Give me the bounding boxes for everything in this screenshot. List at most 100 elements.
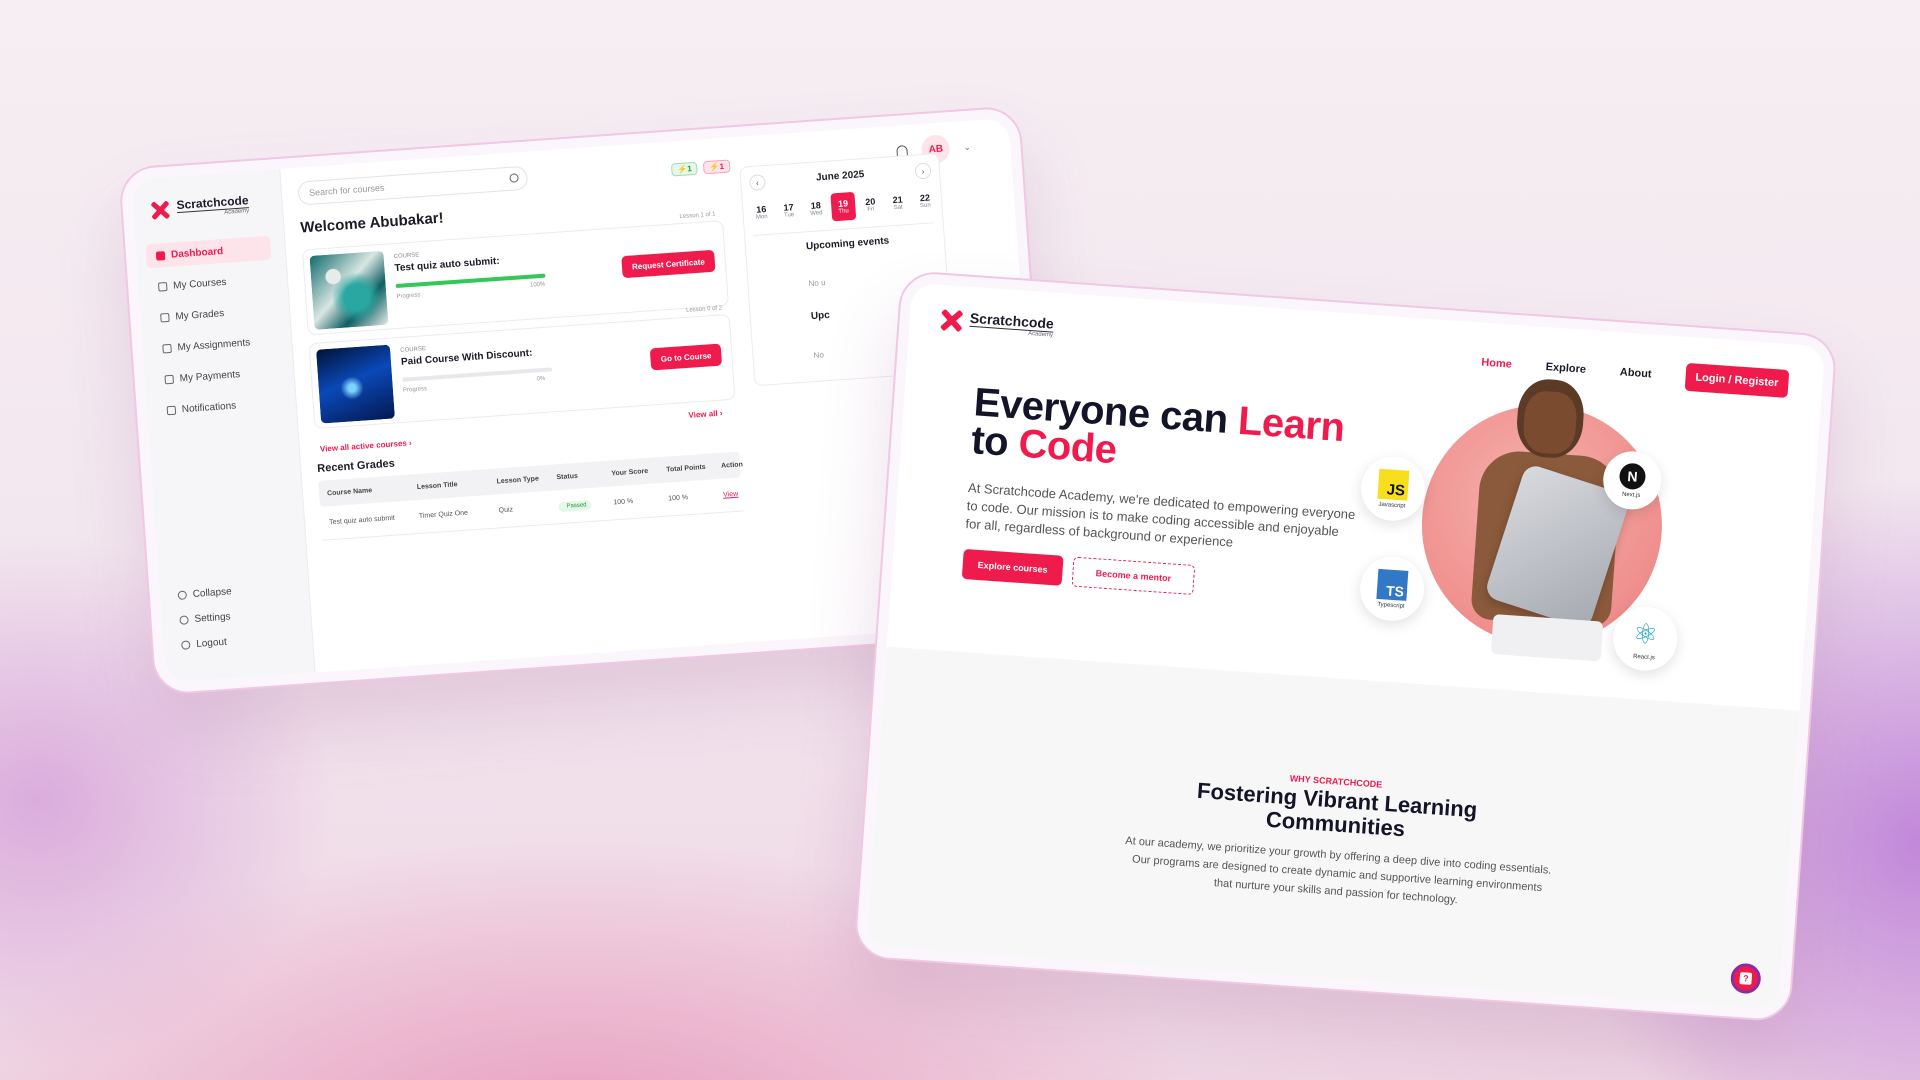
view-all-link[interactable]: View all › <box>688 409 723 420</box>
request-certificate-button[interactable]: Request Certificate <box>621 249 716 279</box>
javascript-icon: JS <box>1377 468 1410 501</box>
react-icon: ⚛ <box>1631 617 1660 651</box>
sidebar-bottom: Collapse Settings Logout <box>177 579 236 658</box>
progress-label: Progress <box>396 292 421 301</box>
view-all-active-courses-link[interactable]: View all active courses › <box>320 438 412 453</box>
tech-label: React.js <box>1632 653 1655 661</box>
cell-course-name: Test quiz auto submit <box>328 514 395 527</box>
search-placeholder: Search for courses <box>308 182 385 198</box>
lesson-count: Lesson 0 of 2 <box>685 305 723 314</box>
wallet-icon <box>164 374 175 384</box>
sidebar-item-label: Dashboard <box>170 245 224 261</box>
help-icon: ? <box>1739 972 1753 985</box>
logo[interactable]: Scratchcode Academy <box>148 193 250 222</box>
upcoming-events-title: Upcoming events <box>805 235 890 253</box>
sidebar-item-my-grades[interactable]: My Grades <box>150 298 276 331</box>
hero-subtitle: At Scratchcode Academy, we're dedicated … <box>965 480 1356 550</box>
book-icon <box>157 281 168 292</box>
file-icon <box>162 343 172 353</box>
calendar-day[interactable]: 21 Sat <box>885 188 911 218</box>
calendar-day[interactable]: 18 Wed <box>803 194 829 224</box>
progress-percent: 100% <box>529 281 546 289</box>
logo[interactable]: Scratchcode Academy <box>937 307 1055 341</box>
progress-bar <box>395 273 546 289</box>
sidebar-item-label: Notifications <box>181 399 237 415</box>
col-lesson-type: Lesson Type <box>496 475 540 485</box>
logo-mark-icon <box>148 199 171 222</box>
landing-screen: Scratchcode Academy Home Explore About L… <box>855 272 1836 1021</box>
sidebar-item-label: My Payments <box>179 368 241 384</box>
course-card[interactable]: Lesson 0 of 2 COURSE Paid Course With Di… <box>308 305 736 430</box>
logo-mark-icon <box>937 307 965 335</box>
chevron-down-icon[interactable]: ⌄ <box>963 142 970 151</box>
search-icon[interactable] <box>509 173 519 183</box>
progress-percent: 0% <box>536 375 546 383</box>
typescript-icon: TS <box>1376 568 1409 601</box>
sidebar-item-my-assignments[interactable]: My Assignments <box>152 328 278 361</box>
calendar-week: 16 Mon 17 Tue 18 Wed 19 Thu 20 Fri 21 Sat 22 Su… <box>749 186 938 227</box>
lightning-badge-green: ⚡1 <box>670 161 699 177</box>
cell-lesson-type: Quiz <box>498 506 514 515</box>
search-input[interactable]: Search for courses <box>297 165 529 206</box>
collapse-label: Collapse <box>192 586 232 600</box>
hero-title: Everyone can Learn to Code <box>969 380 1346 473</box>
calendar-day-selected[interactable]: 19 Thu <box>830 191 857 222</box>
calendar-day[interactable]: 22 Sun <box>912 186 938 216</box>
progress-bar <box>402 367 553 382</box>
sidebar-item-label: My Grades <box>174 307 225 322</box>
cell-total-points: 100 % <box>668 494 689 503</box>
typescript-badge: TS Typescript <box>1357 554 1427 624</box>
nav-about[interactable]: About <box>1619 366 1652 380</box>
sidebar: Scratchcode Academy Dashboard My Courses… <box>130 168 316 684</box>
nextjs-icon: N <box>1618 462 1647 490</box>
lesson-count: Lesson 1 of 1 <box>679 211 716 221</box>
calendar-day[interactable]: 17 Tue <box>776 196 802 226</box>
why-section: WHY SCRATCHCODE Fostering Vibrant Learni… <box>863 646 1800 1021</box>
course-label: COURSE <box>400 346 427 354</box>
chevron-right-icon[interactable]: › <box>914 162 932 180</box>
course-thumbnail <box>316 344 395 424</box>
logout-button[interactable]: Logout <box>180 629 236 658</box>
logout-icon <box>180 640 191 650</box>
tech-label: Typescript <box>1377 601 1405 610</box>
calendar-day[interactable]: 16 Mon <box>749 198 775 228</box>
col-action: Action <box>720 460 744 470</box>
javascript-badge: JS Javascript <box>1358 454 1428 523</box>
sidebar-item-my-courses[interactable]: My Courses <box>147 267 273 300</box>
course-thumbnail <box>309 250 389 330</box>
collapse-button[interactable]: Collapse <box>177 579 233 608</box>
calendar-day[interactable]: 20 Fri <box>858 190 884 220</box>
become-mentor-button[interactable]: Become a mentor <box>1071 556 1196 596</box>
cell-status: Passed <box>550 499 605 513</box>
file-icon <box>160 312 170 323</box>
tech-label: Javascript <box>1378 501 1406 510</box>
col-status: Status <box>556 472 579 481</box>
progress-label: Progress <box>402 386 428 394</box>
nav-home[interactable]: Home <box>1481 357 1512 371</box>
sidebar-nav: Dashboard My Courses My Grades My Assign… <box>145 235 283 430</box>
col-total-points: Total Points <box>665 463 706 474</box>
sidebar-item-dashboard[interactable]: Dashboard <box>145 235 272 269</box>
lightning-badge-red: ⚡1 <box>703 159 731 175</box>
logout-label: Logout <box>195 636 228 650</box>
bell-icon <box>166 405 177 415</box>
sidebar-item-notifications[interactable]: Notifications <box>156 390 282 423</box>
no-events-text-2: No <box>813 350 825 361</box>
nav-explore[interactable]: Explore <box>1545 361 1586 376</box>
col-course-name: Course Name <box>326 486 373 497</box>
sidebar-item-label: My Assignments <box>177 336 251 353</box>
cell-your-score: 100 % <box>613 498 634 507</box>
calendar-month: June 2025 <box>815 169 865 184</box>
explore-courses-button[interactable]: Explore courses <box>961 548 1064 586</box>
grid-icon <box>155 250 166 261</box>
login-register-button[interactable]: Login / Register <box>1684 362 1790 398</box>
col-your-score: Your Score <box>611 467 649 477</box>
streak-badges: ⚡1 ⚡1 <box>670 159 731 177</box>
tech-label: Next.js <box>1621 491 1641 499</box>
go-to-course-button[interactable]: Go to Course <box>650 343 723 371</box>
status-badge: Passed <box>558 499 592 513</box>
sidebar-item-label: My Courses <box>172 276 227 292</box>
sidebar-item-my-payments[interactable]: My Payments <box>154 359 280 392</box>
view-grade-link[interactable]: View <box>715 490 742 499</box>
settings-button[interactable]: Settings <box>179 604 235 633</box>
